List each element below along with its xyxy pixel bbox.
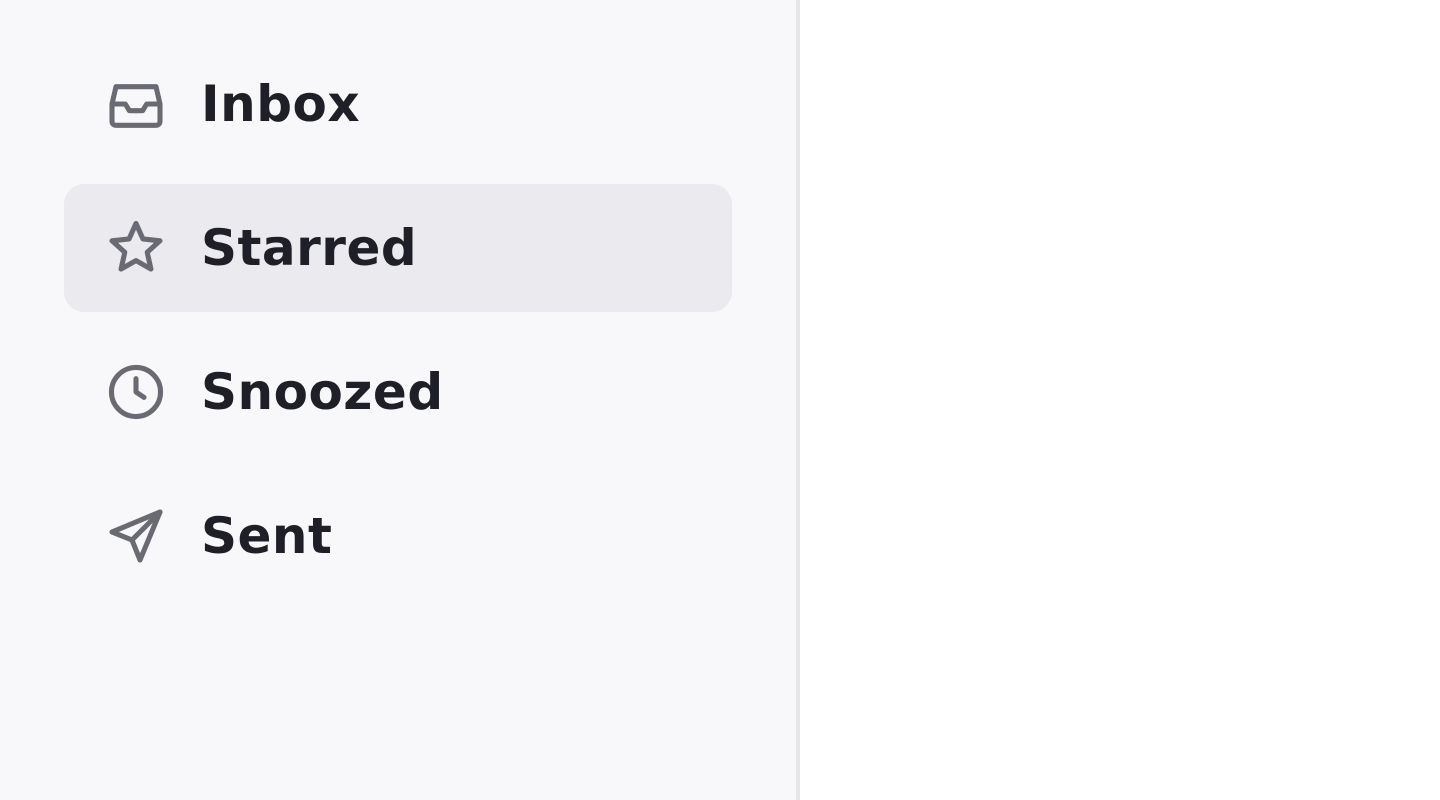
sidebar-item-label: Starred [201,219,418,277]
main-content [800,0,1440,800]
sidebar-item-starred[interactable]: Starred [64,184,732,312]
sidebar-item-inbox[interactable]: Inbox [64,40,732,168]
sidebar-item-label: Snoozed [201,363,444,421]
sidebar-item-label: Inbox [201,75,361,133]
sidebar-item-sent[interactable]: Sent [64,472,732,600]
sidebar-item-snoozed[interactable]: Snoozed [64,328,732,456]
inbox-icon [104,72,168,136]
send-icon [104,504,168,568]
app-window: Inbox Starred Snoozed Sent [0,0,1440,800]
sidebar-item-label: Sent [201,507,333,565]
sidebar-nav: Inbox Starred Snoozed Sent [64,40,732,616]
sidebar: Inbox Starred Snoozed Sent [0,0,800,800]
clock-icon [104,360,168,424]
star-icon [104,216,168,280]
